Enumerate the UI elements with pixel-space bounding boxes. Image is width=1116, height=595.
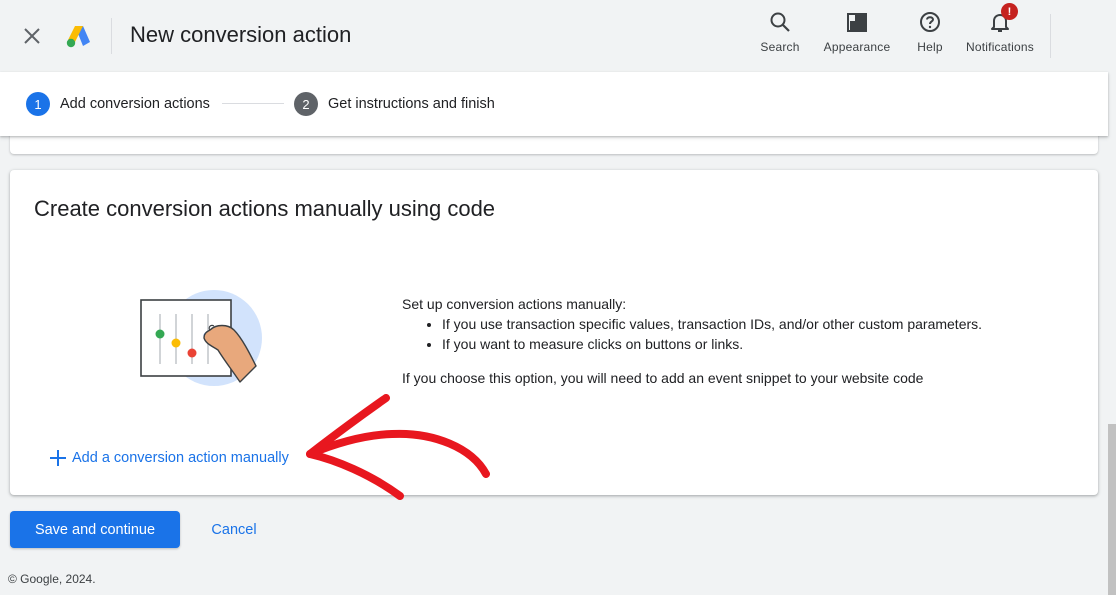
step-add-conversion-actions[interactable]: 1 Add conversion actions xyxy=(26,92,210,116)
list-item: If you want to measure clicks on buttons… xyxy=(442,334,1042,354)
appearance-tool-button[interactable]: Appearance xyxy=(822,10,892,60)
search-tool-label: Search xyxy=(760,40,800,54)
appearance-icon xyxy=(845,10,869,34)
page-title: New conversion action xyxy=(130,22,352,47)
help-tool-label: Help xyxy=(917,40,943,54)
notifications-tool-button[interactable]: ! Notifications xyxy=(962,3,1038,60)
notification-badge: ! xyxy=(1001,3,1018,20)
appbar-divider xyxy=(1050,14,1051,58)
help-tool-button[interactable]: Help xyxy=(914,10,946,60)
bell-icon: ! xyxy=(988,3,1018,34)
step-number-badge: 1 xyxy=(26,92,50,116)
close-icon xyxy=(24,28,40,44)
card-title: Create conversion actions manually using… xyxy=(34,196,496,221)
step-get-instructions[interactable]: 2 Get instructions and finish xyxy=(294,92,495,116)
title-divider xyxy=(111,18,112,54)
stepper: 1 Add conversion actions 2 Get instructi… xyxy=(0,72,1108,136)
description-bullets: If you use transaction specific values, … xyxy=(442,314,1042,354)
app-bar: New conversion action Search Appearance xyxy=(0,0,1116,72)
step-number-badge: 2 xyxy=(294,92,318,116)
cancel-button[interactable]: Cancel xyxy=(198,511,270,548)
save-and-continue-button[interactable]: Save and continue xyxy=(10,511,180,548)
step-connector xyxy=(222,103,284,104)
close-button[interactable] xyxy=(18,22,46,50)
scrollbar-thumb[interactable] xyxy=(1108,424,1116,595)
description-note: If you choose this option, you will need… xyxy=(402,370,924,386)
step-label: Get instructions and finish xyxy=(328,96,495,112)
step-label: Add conversion actions xyxy=(60,96,210,112)
manual-conversion-card: Create conversion actions manually using… xyxy=(10,170,1098,495)
card-description: Set up conversion actions manually: If y… xyxy=(402,294,1042,388)
appearance-tool-label: Appearance xyxy=(823,40,891,54)
add-conversion-action-link[interactable]: Add a conversion action manually xyxy=(48,448,289,468)
search-icon xyxy=(768,10,792,34)
search-tool-button[interactable]: Search xyxy=(760,10,800,60)
sliders-hand-illustration xyxy=(140,290,262,386)
google-ads-logo xyxy=(66,26,90,48)
copyright-text: © Google, 2024. xyxy=(8,572,96,586)
list-item: If you use transaction specific values, … xyxy=(442,314,1042,334)
plus-icon xyxy=(50,450,66,466)
help-icon xyxy=(918,10,942,34)
description-intro: Set up conversion actions manually: xyxy=(402,296,627,312)
notifications-tool-label: Notifications xyxy=(966,40,1034,54)
add-link-label: Add a conversion action manually xyxy=(72,450,289,466)
